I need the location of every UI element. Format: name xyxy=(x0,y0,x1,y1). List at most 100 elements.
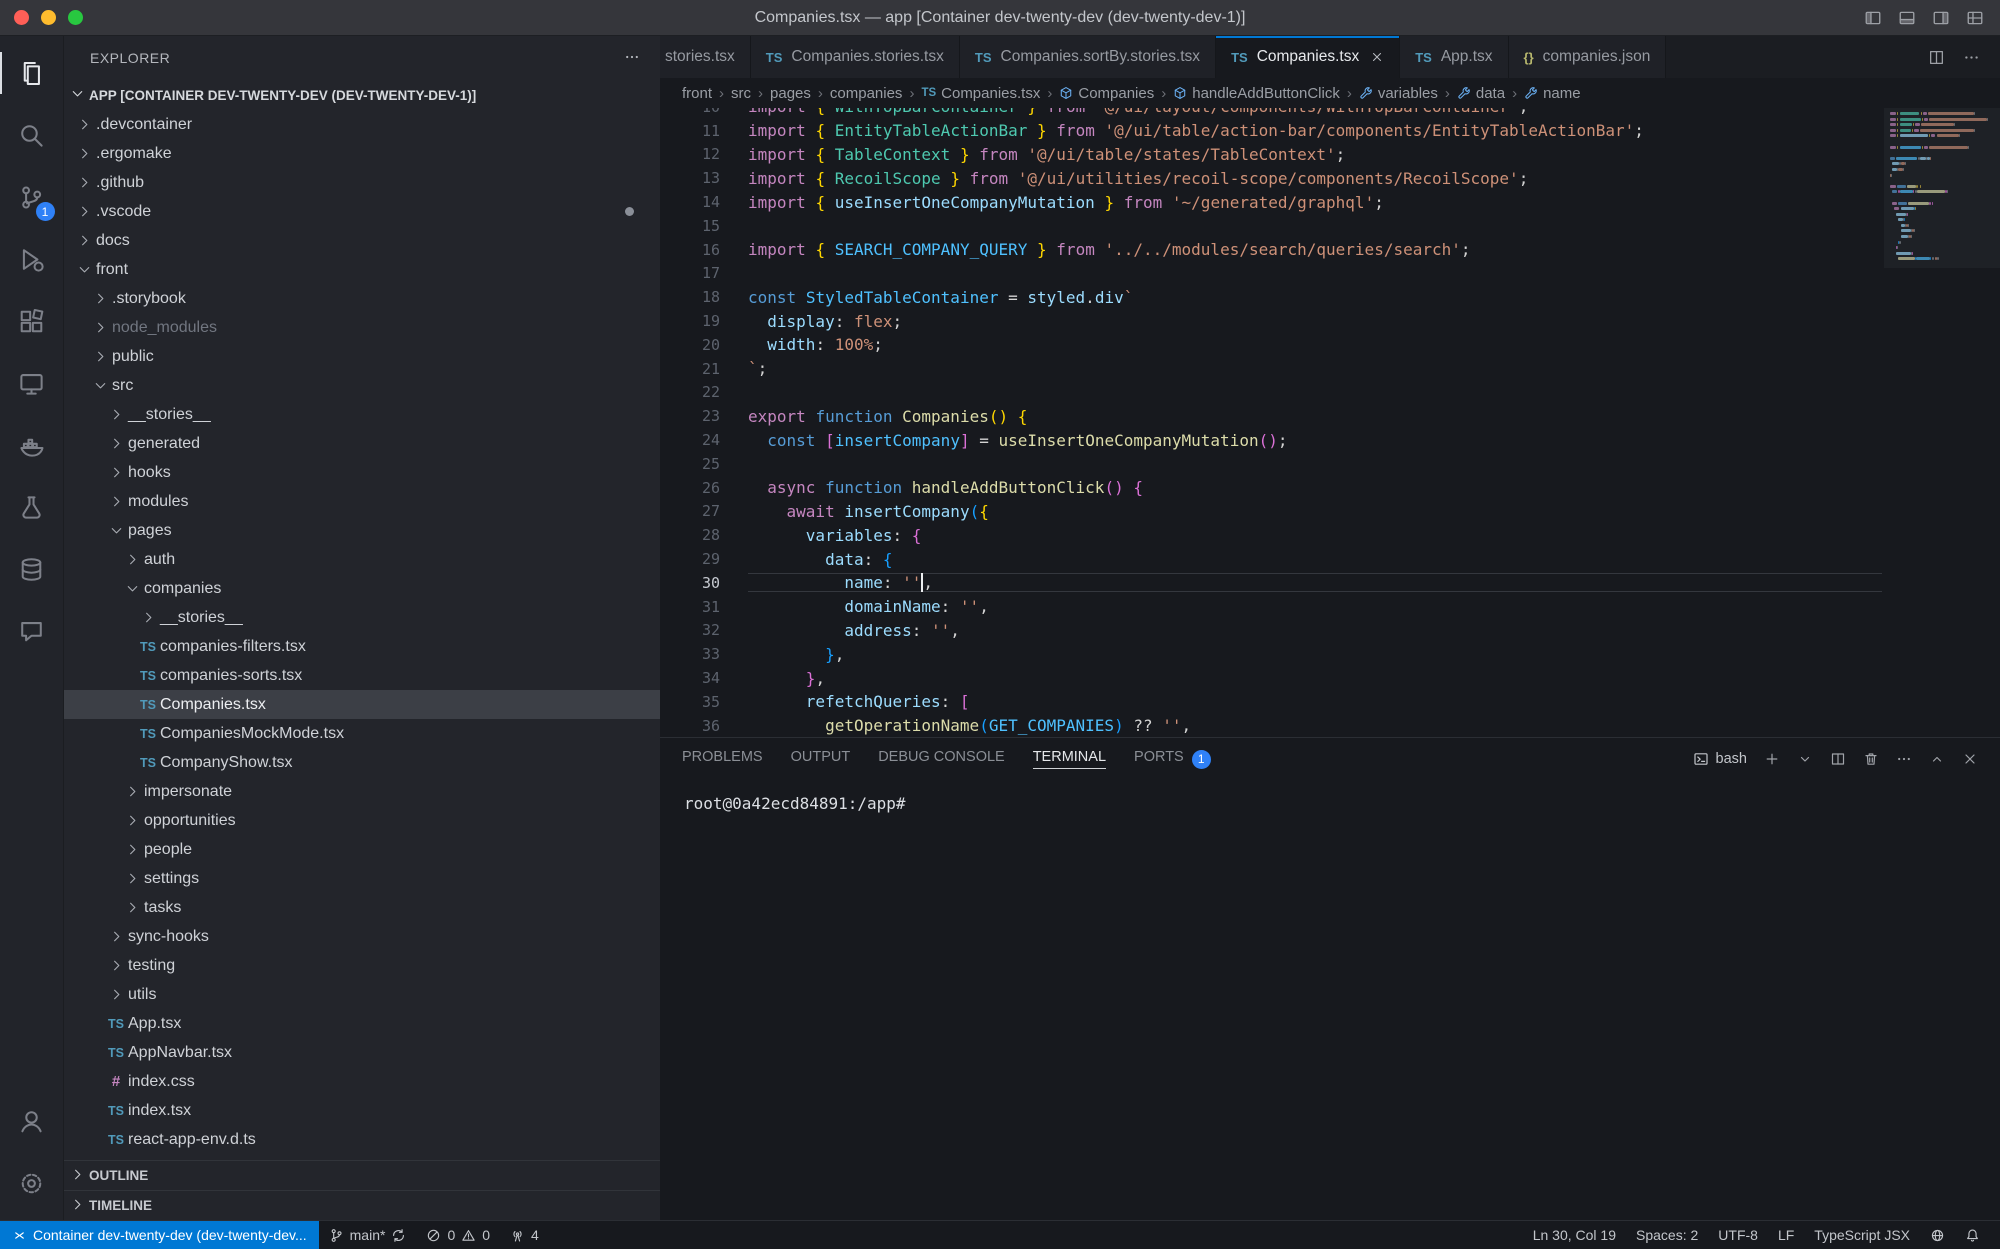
activity-settings[interactable] xyxy=(0,1152,64,1214)
breadcrumb-item-front[interactable]: front xyxy=(682,85,712,102)
line-number[interactable]: 35 xyxy=(660,693,748,711)
activity-testing[interactable] xyxy=(0,476,64,538)
file-CompaniesMockMode.tsx[interactable]: TSCompaniesMockMode.tsx xyxy=(64,719,660,748)
terminal-shell-selector[interactable]: bash xyxy=(1693,751,1747,767)
file-App.tsx[interactable]: TSApp.tsx xyxy=(64,1009,660,1038)
code-line-32[interactable]: 32 address: '', xyxy=(660,619,1882,643)
line-number[interactable]: 24 xyxy=(660,431,748,449)
breadcrumb-item-Companies.tsx[interactable]: TSCompanies.tsx xyxy=(921,85,1040,102)
breadcrumb-item-companies[interactable]: companies xyxy=(830,85,903,102)
line-number[interactable]: 22 xyxy=(660,383,748,401)
tab-Companies.stories.tsx[interactable]: TSCompanies.stories.tsx xyxy=(751,36,960,78)
status-indentation[interactable]: Spaces: 2 xyxy=(1626,1221,1708,1249)
line-number[interactable]: 16 xyxy=(660,241,748,259)
line-number[interactable]: 33 xyxy=(660,645,748,663)
code-line-28[interactable]: 28 variables: { xyxy=(660,523,1882,547)
code-line-33[interactable]: 33 }, xyxy=(660,642,1882,666)
breadcrumb-item-name[interactable]: name xyxy=(1524,85,1581,102)
activity-run-debug[interactable] xyxy=(0,228,64,290)
editor-code[interactable]: 10import { WithTopBarContainer } from '@… xyxy=(660,108,1882,737)
code-line-16[interactable]: 16import { SEARCH_COMPANY_QUERY } from '… xyxy=(660,238,1882,262)
code-line-14[interactable]: 14import { useInsertOneCompanyMutation }… xyxy=(660,190,1882,214)
code-line-24[interactable]: 24 const [insertCompany] = useInsertOneC… xyxy=(660,428,1882,452)
file-companies-filters.tsx[interactable]: TScompanies-filters.tsx xyxy=(64,632,660,661)
tab-Companies.sortBy.stories.tsx[interactable]: TSCompanies.sortBy.stories.tsx xyxy=(960,36,1216,78)
file-CompanyShow.tsx[interactable]: TSCompanyShow.tsx xyxy=(64,748,660,777)
folder-tasks[interactable]: tasks xyxy=(64,893,660,922)
folder-.github[interactable]: .github xyxy=(64,168,660,197)
status-ports-forwarded[interactable]: 4 xyxy=(500,1221,549,1249)
code-line-34[interactable]: 34 }, xyxy=(660,666,1882,690)
folder-sync-hooks[interactable]: sync-hooks xyxy=(64,922,660,951)
status-eol[interactable]: LF xyxy=(1768,1221,1804,1249)
line-number[interactable]: 31 xyxy=(660,598,748,616)
panel-tab-debug-console[interactable]: DEBUG CONSOLE xyxy=(878,749,1005,769)
code-line-25[interactable]: 25 xyxy=(660,452,1882,476)
split-editor-button[interactable] xyxy=(1928,49,1945,66)
file-Companies.tsx[interactable]: TSCompanies.tsx xyxy=(64,690,660,719)
folder-auth[interactable]: auth xyxy=(64,545,660,574)
maximize-window-button[interactable] xyxy=(68,10,83,25)
status-encoding[interactable]: UTF-8 xyxy=(1708,1221,1768,1249)
code-line-12[interactable]: 12import { TableContext } from '@/ui/tab… xyxy=(660,143,1882,167)
breadcrumb-item-Companies[interactable]: Companies xyxy=(1059,85,1154,102)
line-number[interactable]: 11 xyxy=(660,122,748,140)
split-panel-button[interactable] xyxy=(1830,751,1846,767)
folder-people[interactable]: people xyxy=(64,835,660,864)
line-number[interactable]: 14 xyxy=(660,193,748,211)
activity-remote-explorer[interactable] xyxy=(0,352,64,414)
line-number[interactable]: 32 xyxy=(660,621,748,639)
close-button[interactable] xyxy=(1962,751,1978,767)
line-number[interactable]: 15 xyxy=(660,217,748,235)
line-number[interactable]: 29 xyxy=(660,550,748,568)
status-problems[interactable]: 00 xyxy=(416,1221,500,1249)
code-line-18[interactable]: 18const StyledTableContainer = styled.di… xyxy=(660,285,1882,309)
folder-utils[interactable]: utils xyxy=(64,980,660,1009)
status-feedback[interactable] xyxy=(1920,1221,1955,1249)
status-cursor-position[interactable]: Ln 30, Col 19 xyxy=(1523,1221,1626,1249)
tab-App.tsx[interactable]: TSApp.tsx xyxy=(1400,36,1508,78)
code-line-29[interactable]: 29 data: { xyxy=(660,547,1882,571)
folder-src[interactable]: src xyxy=(64,371,660,400)
line-number[interactable]: 28 xyxy=(660,526,748,544)
tab-companies.json[interactable]: {}companies.json xyxy=(1509,36,1667,78)
breadcrumb-item-src[interactable]: src xyxy=(731,85,751,102)
folder-public[interactable]: public xyxy=(64,342,660,371)
minimize-window-button[interactable] xyxy=(41,10,56,25)
code-line-36[interactable]: 36 getOperationName(GET_COMPANIES) ?? ''… xyxy=(660,714,1882,737)
code-line-21[interactable]: 21`; xyxy=(660,357,1882,381)
folder-docs[interactable]: docs xyxy=(64,226,660,255)
terminal[interactable]: root@0a42ecd84891:/app# xyxy=(660,780,2000,1220)
code-line-26[interactable]: 26 async function handleAddButtonClick()… xyxy=(660,476,1882,500)
file-companies-sorts.tsx[interactable]: TScompanies-sorts.tsx xyxy=(64,661,660,690)
file-react-app-env.d.ts[interactable]: TSreact-app-env.d.ts xyxy=(64,1125,660,1154)
code-line-19[interactable]: 19 display: flex; xyxy=(660,309,1882,333)
chev-u-button[interactable] xyxy=(1929,751,1945,767)
folder-node_modules[interactable]: node_modules xyxy=(64,313,660,342)
editor[interactable]: 10import { WithTopBarContainer } from '@… xyxy=(660,108,2000,737)
folder-testing[interactable]: testing xyxy=(64,951,660,980)
minimap[interactable] xyxy=(1884,108,2000,737)
panel-tab-terminal[interactable]: TERMINAL xyxy=(1033,749,1106,769)
layout-custom-button[interactable] xyxy=(1966,9,1984,27)
line-number[interactable]: 17 xyxy=(660,264,748,282)
layout-sidebar-right-button[interactable] xyxy=(1932,9,1950,27)
breadcrumb-item-handleAddButtonClick[interactable]: handleAddButtonClick xyxy=(1173,85,1340,102)
activity-explorer[interactable] xyxy=(0,42,64,104)
layout-panel-button[interactable] xyxy=(1898,9,1916,27)
line-number[interactable]: 25 xyxy=(660,455,748,473)
folder-generated[interactable]: generated xyxy=(64,429,660,458)
status-branch[interactable]: main* xyxy=(319,1221,417,1249)
file-AppNavbar.tsx[interactable]: TSAppNavbar.tsx xyxy=(64,1038,660,1067)
folder-__stories__[interactable]: __stories__ xyxy=(64,400,660,429)
activity-database[interactable] xyxy=(0,538,64,600)
chev-d-sm-button[interactable] xyxy=(1797,751,1813,767)
breadcrumb-item-variables[interactable]: variables xyxy=(1359,85,1438,102)
line-number[interactable]: 18 xyxy=(660,288,748,306)
folder-.vscode[interactable]: .vscode xyxy=(64,197,660,226)
status-notifications[interactable] xyxy=(1955,1221,1990,1249)
workspace-section-header[interactable]: APP [CONTAINER DEV-TWENTY-DEV (DEV-TWENT… xyxy=(64,80,660,110)
breadcrumb-item-pages[interactable]: pages xyxy=(770,85,811,102)
panel-tab-problems[interactable]: PROBLEMS xyxy=(682,749,763,769)
activity-account[interactable] xyxy=(0,1090,64,1152)
